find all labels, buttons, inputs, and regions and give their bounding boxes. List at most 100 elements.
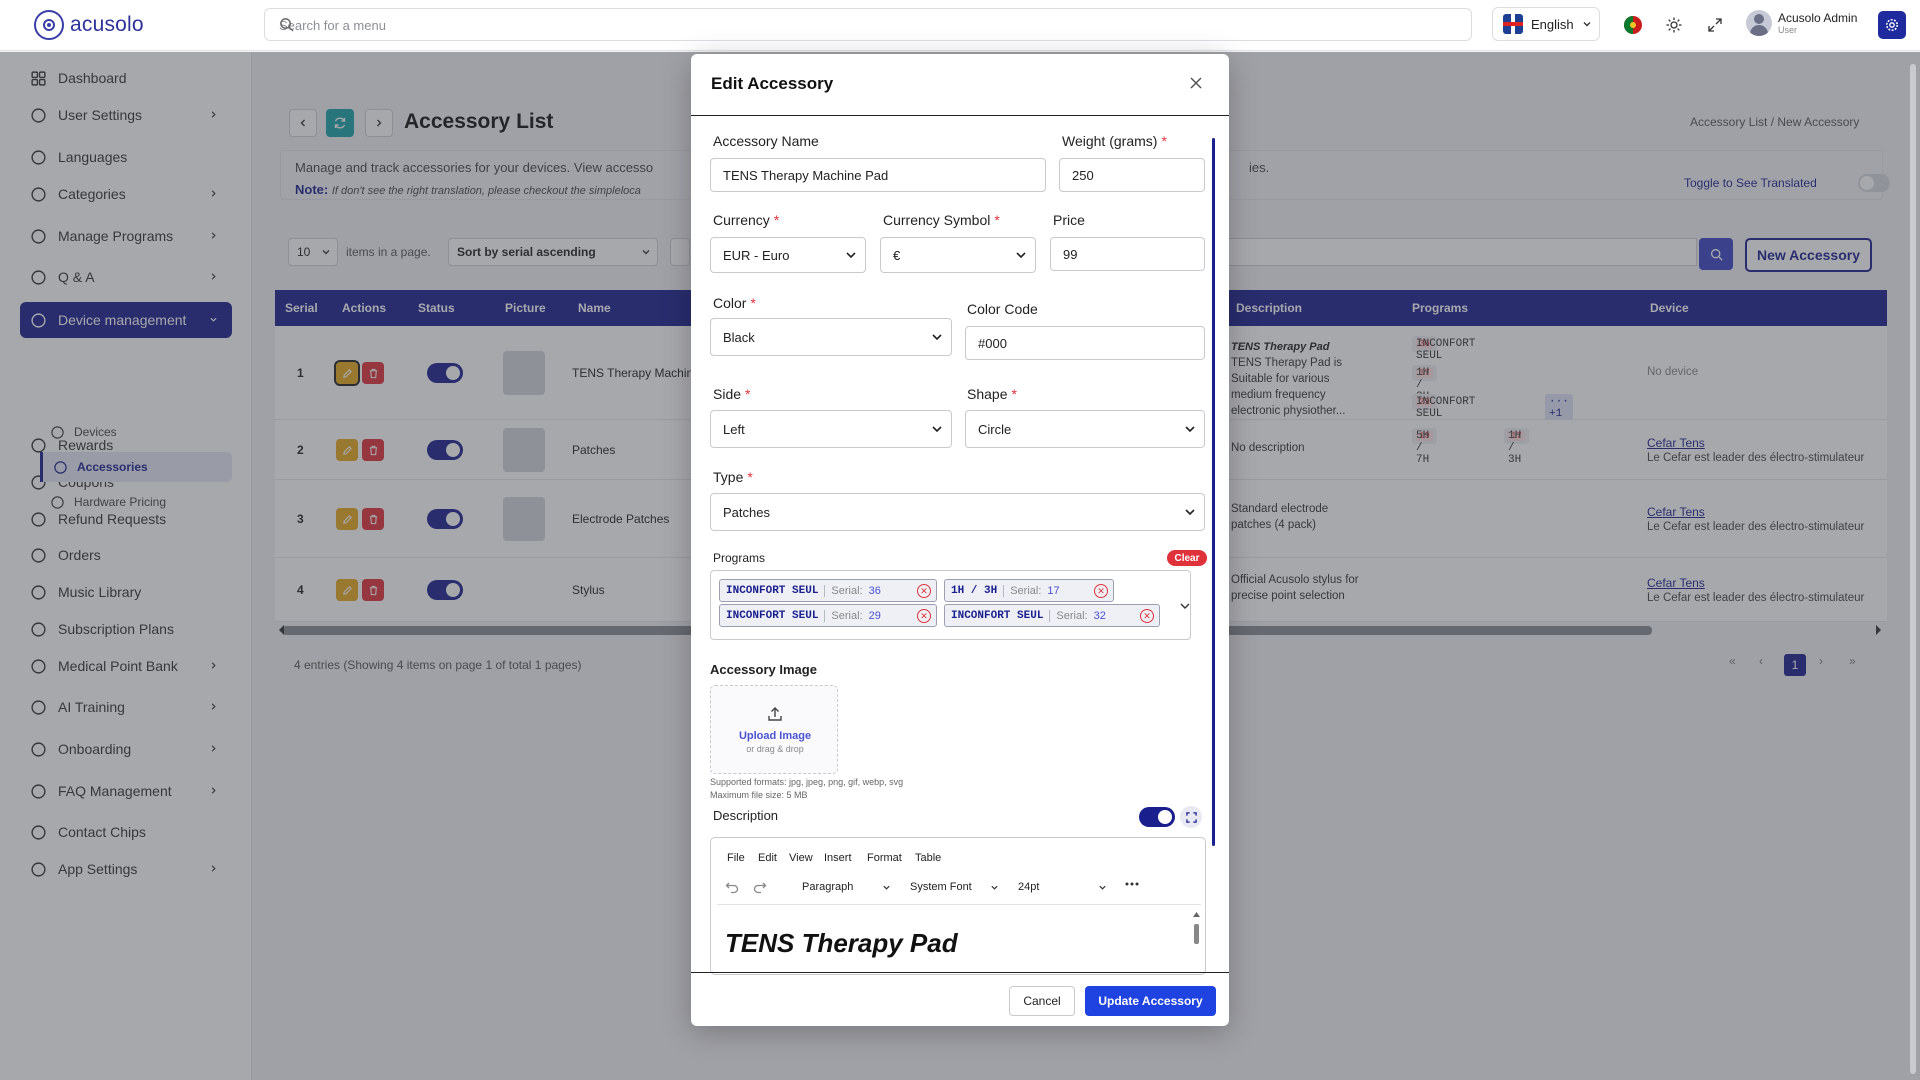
chevron-down-icon xyxy=(1582,19,1592,29)
editor-menu-item[interactable]: View xyxy=(789,852,813,864)
language-selector[interactable]: English xyxy=(1492,7,1600,41)
weight-label-text: Weight (grams) xyxy=(1062,133,1158,149)
upload-icon xyxy=(767,706,783,722)
chevron-down-icon xyxy=(931,423,943,435)
color-select[interactable]: Black xyxy=(710,318,952,356)
editor-toolbar-divider xyxy=(717,904,1201,905)
side-select[interactable]: Left xyxy=(710,410,952,448)
expand-editor-button[interactable] xyxy=(1180,806,1202,828)
program-chip-name: INCONFORT SEUL xyxy=(726,584,819,597)
font-family-select[interactable]: System Font xyxy=(905,876,1005,898)
program-chip-separator xyxy=(1049,609,1051,622)
cancel-button[interactable]: Cancel xyxy=(1009,986,1075,1016)
editor-menu-item[interactable]: Format xyxy=(867,852,902,864)
currency-symbol-label: Currency Symbol * xyxy=(883,212,1000,228)
user-role: User xyxy=(1778,25,1798,35)
shape-label-text: Shape xyxy=(967,386,1008,402)
program-chip-name: INCONFORT SEUL xyxy=(951,609,1044,622)
chevron-down-icon xyxy=(1015,249,1027,261)
program-chip-separator xyxy=(824,584,826,597)
upload-subtitle: or drag & drop xyxy=(746,744,804,754)
shape-select[interactable]: Circle xyxy=(965,410,1205,448)
remove-chip-icon[interactable]: ✕ xyxy=(917,584,931,598)
menu-search-input[interactable]: Search for a menu xyxy=(264,8,1472,41)
currency-select[interactable]: EUR - Euro xyxy=(710,237,866,273)
supported-formats: Supported formats: jpg, jpeg, png, gif, … xyxy=(710,777,904,787)
type-value: Patches xyxy=(723,504,770,520)
shape-value: Circle xyxy=(978,421,1012,437)
portugal-flag-icon[interactable] xyxy=(1622,14,1644,36)
program-chip[interactable]: 1H / 3H Serial: 17 ✕ xyxy=(944,579,1114,602)
more-options-icon[interactable] xyxy=(1125,882,1139,886)
program-chip-serial: 32 xyxy=(1093,609,1106,622)
settings-button[interactable] xyxy=(1878,11,1906,39)
type-label: Type * xyxy=(713,469,753,485)
program-chip[interactable]: INCONFORT SEUL Serial: 29 ✕ xyxy=(719,604,937,627)
logo-icon xyxy=(34,10,64,40)
program-chip-name: 1H / 3H xyxy=(951,584,998,597)
shape-label: Shape * xyxy=(967,386,1017,402)
chevron-down-icon xyxy=(990,883,999,892)
language-label: English xyxy=(1531,16,1574,32)
program-chip[interactable]: INCONFORT SEUL Serial: 32 ✕ xyxy=(944,604,1160,627)
page-scrollbar[interactable] xyxy=(1910,64,1916,1074)
redo-icon[interactable] xyxy=(753,880,767,894)
avatar xyxy=(1746,10,1772,36)
editor-menu-item[interactable]: Insert xyxy=(824,852,852,864)
close-icon[interactable] xyxy=(1189,76,1203,90)
type-label-text: Type xyxy=(713,469,744,485)
logo[interactable]: acusolo xyxy=(34,10,144,40)
modal-scrollbar[interactable] xyxy=(1212,138,1215,846)
fullscreen-icon[interactable] xyxy=(1704,14,1726,36)
editor-scrollbar[interactable] xyxy=(1193,912,1200,950)
edit-accessory-modal: Edit Accessory Accessory Name TENS Thera… xyxy=(691,54,1229,1026)
remove-chip-icon[interactable]: ✕ xyxy=(917,609,931,623)
editor-menu-item[interactable]: Table xyxy=(915,852,941,864)
weight-label: Weight (grams) * xyxy=(1062,133,1167,149)
chevron-down-icon xyxy=(931,331,943,343)
program-chip-serial: 17 xyxy=(1047,584,1060,597)
currency-symbol-label-text: Currency Symbol xyxy=(883,212,991,228)
programs-label: Programs xyxy=(713,551,766,565)
clear-programs-button[interactable]: Clear xyxy=(1167,550,1207,566)
program-chip-serial-label: Serial: xyxy=(831,609,863,622)
modal-title: Edit Accessory xyxy=(711,74,834,93)
color-code-field[interactable]: #000 xyxy=(965,326,1205,360)
color-label-text: Color xyxy=(713,295,747,311)
logo-text: acusolo xyxy=(70,13,144,36)
accessory-image-label: Accessory Image xyxy=(710,662,817,677)
type-select[interactable]: Patches xyxy=(710,493,1205,531)
block-format-select[interactable]: Paragraph xyxy=(797,876,897,898)
rich-text-editor[interactable]: File Edit View Insert Format Table Paragraph … xyxy=(710,837,1206,975)
description-toggle[interactable] xyxy=(1139,807,1175,827)
price-field[interactable]: 99 xyxy=(1050,237,1205,271)
uk-flag-icon xyxy=(1503,14,1523,34)
font-size-value: 24pt xyxy=(1018,881,1040,893)
font-size-select[interactable]: 24pt xyxy=(1013,876,1113,898)
sun-icon[interactable] xyxy=(1663,14,1685,36)
remove-chip-icon[interactable]: ✕ xyxy=(1094,584,1108,598)
price-label: Price xyxy=(1053,212,1085,228)
color-code-label: Color Code xyxy=(967,301,1038,317)
remove-chip-icon[interactable]: ✕ xyxy=(1140,609,1154,623)
editor-menu-item[interactable]: Edit xyxy=(758,852,777,864)
programs-multiselect[interactable]: INCONFORT SEUL Serial: 36 ✕ 1H / 3H Seri… xyxy=(710,570,1191,640)
modal-header-divider xyxy=(691,115,1229,116)
program-chip-serial-label: Serial: xyxy=(831,584,863,597)
weight-field[interactable]: 250 xyxy=(1059,158,1205,192)
editor-content-heading[interactable]: TENS Therapy Pad xyxy=(725,928,958,959)
update-accessory-button[interactable]: Update Accessory xyxy=(1085,986,1216,1016)
program-chip[interactable]: INCONFORT SEUL Serial: 36 ✕ xyxy=(719,579,937,602)
currency-symbol-select[interactable]: € xyxy=(880,237,1036,273)
image-upload-dropzone[interactable]: Upload Image or drag & drop xyxy=(710,685,838,774)
undo-icon[interactable] xyxy=(725,880,739,894)
user-menu[interactable]: Acusolo Admin User xyxy=(1746,10,1857,36)
currency-label: Currency * xyxy=(713,212,780,228)
chevron-down-icon[interactable] xyxy=(1179,600,1191,612)
max-file-size: Maximum file size: 5 MB xyxy=(710,790,808,800)
chevron-down-icon xyxy=(1098,883,1107,892)
program-chip-name: INCONFORT SEUL xyxy=(726,609,819,622)
chevron-down-icon xyxy=(882,883,891,892)
editor-menu-item[interactable]: File xyxy=(727,852,745,864)
accessory-name-field[interactable]: TENS Therapy Machine Pad xyxy=(710,158,1046,192)
